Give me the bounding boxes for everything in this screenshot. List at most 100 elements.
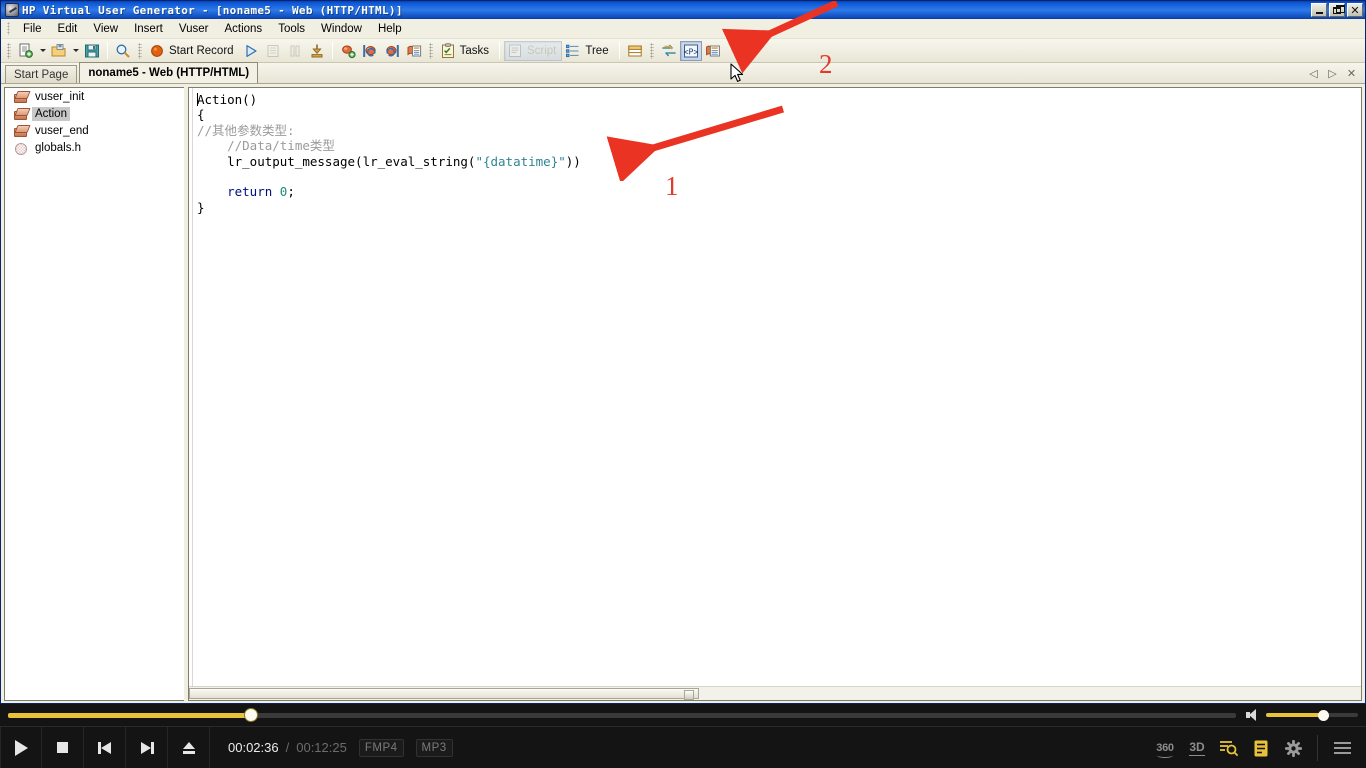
menu-tools[interactable]: Tools [270, 21, 313, 37]
run-play-icon [243, 43, 259, 59]
360-button[interactable]: 360 [1149, 727, 1181, 768]
code-line: } [197, 200, 1361, 215]
format-badge-audio: MP3 [415, 738, 453, 757]
menu-help[interactable]: Help [370, 21, 410, 37]
playlist-button[interactable] [1245, 727, 1277, 768]
next-button[interactable] [126, 726, 168, 768]
work-area: vuser_init Action vuser_end globals.h Ac… [1, 85, 1365, 703]
minimize-button[interactable] [1311, 3, 1327, 17]
toolbar-separator-3 [498, 42, 500, 59]
next-track-icon [140, 741, 154, 755]
code-editor-panel[interactable]: Action(){//其他参数类型: //Data/time类型 lr_outp… [188, 87, 1362, 701]
menu-vuser[interactable]: Vuser [171, 21, 217, 37]
find-button[interactable] [112, 41, 134, 61]
pause-button[interactable] [262, 41, 284, 61]
menu-button[interactable] [1326, 727, 1358, 768]
compile-button[interactable] [306, 41, 328, 61]
volume-slider[interactable] [1266, 709, 1358, 721]
search-zoom-icon [1220, 741, 1239, 757]
gear-icon [1284, 739, 1302, 757]
svg-text:<P>: <P> [683, 46, 698, 56]
script-view-button[interactable]: Script [503, 40, 563, 61]
toolbar-grip-2[interactable] [138, 42, 142, 59]
media-player-bar: 00:02:36 / 00:12:25 FMP4 MP3 360 3D [0, 704, 1366, 768]
code-token: "{datatime}" [475, 153, 566, 169]
parameter-properties-icon [705, 43, 721, 59]
split-view-button[interactable] [624, 41, 646, 61]
start-record-label: Start Record [169, 44, 234, 57]
replace-parameter-button[interactable] [658, 41, 680, 61]
editor-horizontal-scrollbar[interactable] [189, 686, 1361, 700]
current-time: 00:02:36 [228, 740, 279, 755]
menu-file[interactable]: File [15, 21, 50, 37]
save-button[interactable] [81, 41, 103, 61]
tab-start-page[interactable]: Start Page [5, 65, 78, 83]
insert-param-button[interactable] [381, 41, 403, 61]
settings-button[interactable] [1277, 727, 1309, 768]
menu-window[interactable]: Window [313, 21, 370, 37]
text-cursor [197, 93, 198, 106]
window-controls: ✕ [1311, 3, 1363, 17]
start-record-button[interactable]: Start Record [146, 41, 240, 61]
new-script-dropdown[interactable] [37, 41, 48, 61]
tree-item-vuser-init[interactable]: vuser_init [5, 88, 184, 105]
record-icon [149, 43, 165, 59]
close-button[interactable]: ✕ [1347, 3, 1363, 17]
stop-button[interactable] [284, 41, 306, 61]
tasks-icon [440, 42, 456, 59]
time-display: 00:02:36 / 00:12:25 FMP4 MP3 [210, 738, 453, 757]
parameter-properties-button[interactable] [702, 41, 724, 61]
menu-edit[interactable]: Edit [50, 21, 86, 37]
tree-item-vuser-end[interactable]: vuser_end [5, 122, 184, 139]
open-script-dropdown[interactable] [70, 41, 81, 61]
param-list-button[interactable] [359, 41, 381, 61]
seek-bar[interactable] [8, 709, 1236, 721]
stop-button[interactable] [42, 726, 84, 768]
run-button[interactable] [240, 41, 262, 61]
tree-item-action[interactable]: Action [5, 105, 184, 122]
tree-view-button[interactable]: Tree [562, 41, 614, 61]
save-disk-icon [84, 43, 100, 59]
tree-item-globals-h[interactable]: globals.h [5, 139, 184, 156]
volume-group [1246, 709, 1358, 721]
code-token: Action() [197, 92, 258, 107]
previous-button[interactable] [84, 726, 126, 768]
add-param-button[interactable] [337, 41, 359, 61]
open-script-button[interactable] [48, 41, 70, 61]
eject-button[interactable] [168, 726, 210, 768]
360-label: 360 [1156, 742, 1174, 758]
tab-prev-button[interactable]: ◁ [1306, 65, 1321, 82]
vugen-window: HP Virtual User Generator - [noname5 - W… [0, 0, 1366, 704]
seek-bar-handle[interactable] [245, 709, 258, 721]
volume-handle[interactable] [1317, 709, 1329, 721]
search-button[interactable] [1213, 727, 1245, 768]
code-line: Action() [197, 92, 1361, 107]
tasks-button[interactable]: Tasks [437, 41, 495, 61]
toolbar-grip-3[interactable] [428, 42, 433, 59]
code-token: { [197, 107, 205, 123]
format-badge-video: FMP4 [358, 738, 404, 757]
play-button[interactable] [0, 726, 42, 768]
restore-button[interactable] [1329, 3, 1345, 17]
code-text[interactable]: Action(){//其他参数类型: //Data/time类型 lr_outp… [189, 88, 1361, 686]
show-parameters-button[interactable]: <P> [679, 40, 702, 61]
menu-view[interactable]: View [85, 21, 126, 37]
speaker-icon[interactable] [1246, 709, 1260, 721]
controls-row: 00:02:36 / 00:12:25 FMP4 MP3 360 3D [0, 726, 1366, 768]
toolbar-grip-4[interactable] [649, 42, 654, 59]
new-script-button[interactable] [15, 41, 37, 61]
code-token: ; [287, 184, 295, 200]
scrollbar-thumb[interactable] [189, 688, 699, 700]
3d-button[interactable]: 3D [1181, 727, 1213, 768]
tab-close-button[interactable]: ✕ [1344, 65, 1359, 82]
snapshot-button[interactable] [403, 41, 425, 61]
menu-actions[interactable]: Actions [216, 21, 270, 37]
3d-label: 3D [1189, 740, 1205, 756]
stop-icon [57, 742, 68, 753]
volume-fill [1266, 713, 1324, 717]
menu-insert[interactable]: Insert [126, 21, 171, 37]
toolbar-grip-1[interactable] [7, 42, 11, 59]
tab-noname5[interactable]: noname5 - Web (HTTP/HTML) [79, 62, 259, 83]
tab-next-button[interactable]: ▷ [1325, 65, 1340, 82]
tasks-label: Tasks [459, 44, 489, 57]
